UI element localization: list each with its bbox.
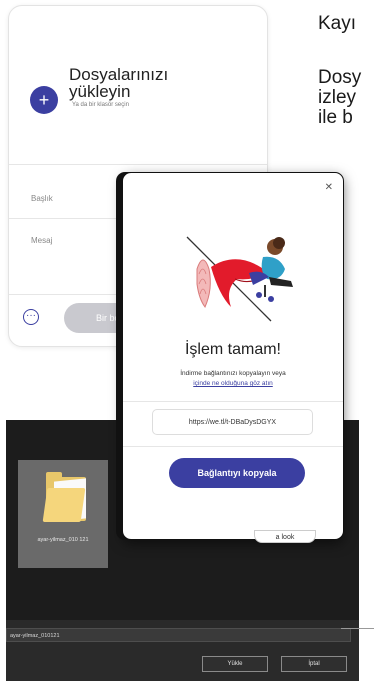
success-modal: ✕ İşlem tamam! İndirme bağlantınızı kopy… xyxy=(122,172,344,540)
bg-text-line3: izley xyxy=(318,87,357,108)
more-options-icon[interactable]: ··· xyxy=(23,309,39,325)
close-icon[interactable]: ✕ xyxy=(325,182,333,193)
bg-text-line2: Dosy xyxy=(318,67,362,88)
add-files-button[interactable]: + xyxy=(30,86,58,114)
bg-text-line1: Kayı xyxy=(318,13,357,34)
divider xyxy=(9,164,267,165)
success-illustration xyxy=(186,236,293,322)
download-url-field[interactable]: https://we.tl/t-DBaDysDGYX xyxy=(152,409,313,435)
filename-input[interactable]: ayar-yilmaz_010121 xyxy=(6,628,351,642)
bg-text-line4: ile b xyxy=(318,107,353,128)
look-tag: a look xyxy=(254,530,316,543)
select-folder-link[interactable]: Ya da bir klasör seçin xyxy=(72,102,129,108)
upload-title-line1: Dosyalarınızı xyxy=(69,65,169,84)
success-text: İndirme bağlantınızı kopyalayın veya xyxy=(180,370,286,377)
divider xyxy=(123,446,343,447)
title-field[interactable]: Başlık xyxy=(31,194,53,203)
message-field[interactable]: Mesaj xyxy=(31,236,52,245)
success-message: İndirme bağlantınızı kopyalayın veya içi… xyxy=(123,369,343,389)
folder-icon-front xyxy=(42,488,86,522)
upload-title[interactable]: Dosyalarınızı yükleyin xyxy=(69,66,249,100)
upload-button[interactable]: Yükle xyxy=(202,656,268,672)
divider xyxy=(341,628,374,629)
success-title: İşlem tamam! xyxy=(184,341,281,358)
upload-title-line2: yükleyin xyxy=(69,82,131,101)
cancel-button[interactable]: İptal xyxy=(281,656,347,672)
preview-link[interactable]: içinde ne olduğuna göz atın xyxy=(123,379,343,389)
divider xyxy=(123,401,343,402)
file-tile[interactable]: ayar-yilmaz_010 121 xyxy=(18,460,108,568)
copy-link-button[interactable]: Bağlantıyı kopyala xyxy=(169,458,305,488)
file-name-label: ayar-yilmaz_010 121 xyxy=(37,537,89,543)
